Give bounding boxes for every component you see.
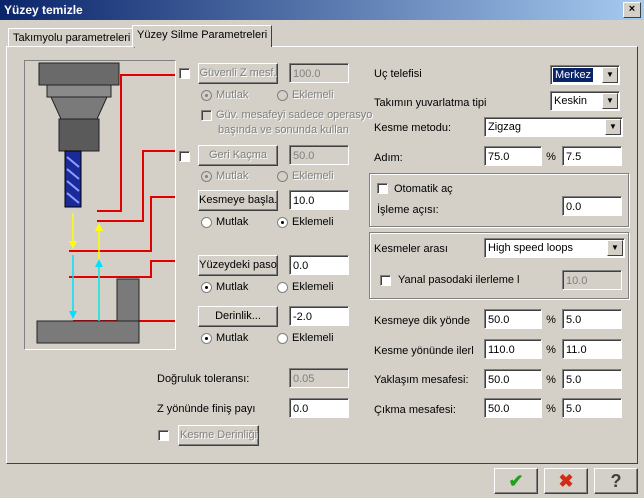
kesmeye-mutlak-radio[interactable] bbox=[201, 217, 212, 228]
z-finis-input[interactable]: 0.0 bbox=[289, 398, 349, 418]
yuzey-eklemeli-label: Eklemeli bbox=[292, 281, 334, 293]
kesmeye-eklemeli-label: Eklemeli bbox=[292, 216, 334, 228]
ok-button[interactable]: ✔ bbox=[494, 468, 538, 494]
kesmeler-arasi-select[interactable]: High speed loops ▼ bbox=[484, 238, 625, 258]
yuvarlatma-value: Keskin bbox=[554, 95, 588, 107]
guvenli-eklemeli-label: Eklemeli bbox=[292, 89, 334, 101]
cikma-label: Çıkma mesafesi: bbox=[374, 404, 456, 416]
guvenli-z-button[interactable]: Güvenli Z mesf. bbox=[198, 63, 278, 84]
yaklasim-percent-sign: % bbox=[546, 374, 556, 386]
chevron-down-icon[interactable]: ▼ bbox=[607, 240, 623, 256]
adim-label: Adım: bbox=[374, 152, 403, 164]
help-icon: ? bbox=[610, 471, 622, 491]
yuzey-eklemeli-radio[interactable] bbox=[277, 282, 288, 293]
adim-percent-input[interactable]: 75.0 bbox=[484, 146, 542, 166]
adim-input[interactable]: 7.5 bbox=[562, 146, 622, 166]
uc-telefisi-label: Uç telefisi bbox=[374, 68, 422, 80]
chevron-down-icon[interactable]: ▼ bbox=[602, 67, 618, 83]
dogruluk-input[interactable]: 0.05 bbox=[289, 368, 349, 388]
isleme-acisi-label: İşleme açısı: bbox=[377, 204, 439, 216]
yaklasim-input[interactable]: 5.0 bbox=[562, 369, 622, 389]
geri-eklemeli-radio[interactable] bbox=[277, 171, 288, 182]
kesme-metodu-value: Zigzag bbox=[488, 121, 522, 133]
yanal-checkbox[interactable] bbox=[380, 275, 391, 286]
cikma-percent-sign: % bbox=[546, 403, 556, 415]
window-title: Yüzey temizle bbox=[4, 3, 83, 17]
chevron-down-icon[interactable]: ▼ bbox=[602, 93, 618, 109]
geri-checkbox[interactable] bbox=[179, 151, 190, 162]
cross-icon: ✖ bbox=[558, 471, 574, 491]
guvenli-checkbox[interactable] bbox=[179, 68, 190, 79]
chevron-down-icon[interactable]: ▼ bbox=[605, 119, 621, 135]
yuvarlatma-label: Takımın yuvarlatma tipi bbox=[374, 97, 487, 109]
otomatik-label: Otomatik aç bbox=[394, 183, 453, 195]
uc-telefisi-select[interactable]: Merkez ▼ bbox=[550, 65, 620, 85]
kesmeye-eklemeli-radio[interactable] bbox=[277, 217, 288, 228]
kesmeye-basla-button[interactable]: Kesmeye başla. bbox=[198, 190, 278, 211]
yuzey-mutlak-radio[interactable] bbox=[201, 282, 212, 293]
tab-takimyolu[interactable]: Takımyolu parametreleri bbox=[8, 28, 136, 48]
ilerleme-input[interactable]: 11.0 bbox=[562, 339, 622, 359]
kesmeye-basla-input[interactable]: 10.0 bbox=[289, 190, 349, 210]
geri-mutlak-label: Mutlak bbox=[216, 170, 249, 182]
tab-yuzey-silme-label: Yüzey Silme Parametreleri bbox=[137, 29, 268, 41]
ilerleme-label: Kesme yönünde ilerl bbox=[374, 345, 474, 357]
guvenli-mutlak-label: Mutlak bbox=[216, 89, 249, 101]
guvenli-eklemeli-radio[interactable] bbox=[277, 90, 288, 101]
yaklasim-label: Yaklaşım mesafesi: bbox=[374, 374, 469, 386]
otomatik-checkbox[interactable] bbox=[377, 183, 388, 194]
yuzeydeki-paso-input[interactable]: 0.0 bbox=[289, 255, 349, 275]
check-icon: ✔ bbox=[508, 471, 524, 491]
kesmeler-arasi-value: High speed loops bbox=[488, 242, 574, 254]
yuzeydeki-paso-button[interactable]: Yüzeydeki paso bbox=[198, 255, 278, 276]
kesmeye-mutlak-label: Mutlak bbox=[216, 216, 249, 228]
kesme-derinligi-checkbox[interactable] bbox=[158, 430, 169, 441]
cikma-input[interactable]: 5.0 bbox=[562, 398, 622, 418]
dik-yonde-input[interactable]: 5.0 bbox=[562, 309, 622, 329]
geri-eklemeli-label: Eklemeli bbox=[292, 170, 334, 182]
derinlik-mutlak-radio[interactable] bbox=[201, 333, 212, 344]
kesme-metodu-label: Kesme metodu: bbox=[374, 122, 452, 134]
kesme-derinligi-button[interactable]: Kesme Derinliği bbox=[178, 425, 259, 446]
guvenli-z-input[interactable]: 100.0 bbox=[289, 63, 349, 83]
dik-yonde-percent-input[interactable]: 50.0 bbox=[484, 309, 542, 329]
derinlik-mutlak-label: Mutlak bbox=[216, 332, 249, 344]
guvenli-mutlak-radio[interactable] bbox=[201, 90, 212, 101]
uc-telefisi-value: Merkez bbox=[553, 68, 594, 82]
dik-yonde-label: Kesmeye dik yönde bbox=[374, 315, 470, 327]
help-button[interactable]: ? bbox=[594, 468, 638, 494]
dogruluk-label: Doğruluk toleransı: bbox=[157, 373, 250, 385]
derinlik-input[interactable]: -2.0 bbox=[289, 306, 349, 326]
tool-diagram bbox=[24, 60, 176, 350]
tab-takimyolu-label: Takımyolu parametreleri bbox=[13, 32, 131, 44]
yuzey-mutlak-label: Mutlak bbox=[216, 281, 249, 293]
ilerleme-percent-sign: % bbox=[546, 344, 556, 356]
tab-yuzey-silme[interactable]: Yüzey Silme Parametreleri bbox=[132, 25, 273, 47]
z-finis-label: Z yönünde finiş payı bbox=[157, 403, 256, 415]
isleme-acisi-input[interactable]: 0.0 bbox=[562, 196, 622, 216]
cancel-button[interactable]: ✖ bbox=[544, 468, 588, 494]
derinlik-eklemeli-radio[interactable] bbox=[277, 333, 288, 344]
kesme-metodu-select[interactable]: Zigzag ▼ bbox=[484, 117, 623, 137]
yuvarlatma-select[interactable]: Keskin ▼ bbox=[550, 91, 620, 111]
adim-percent-sign: % bbox=[546, 151, 556, 163]
ilerleme-percent-input[interactable]: 110.0 bbox=[484, 339, 542, 359]
geri-mutlak-radio[interactable] bbox=[201, 171, 212, 182]
yanal-input[interactable]: 10.0 bbox=[562, 270, 622, 290]
derinlik-eklemeli-label: Eklemeli bbox=[292, 332, 334, 344]
yaklasim-percent-input[interactable]: 50.0 bbox=[484, 369, 542, 389]
title-bar: Yüzey temizle × bbox=[0, 0, 644, 20]
dik-yonde-percent-sign: % bbox=[546, 314, 556, 326]
guvenli-note-line1: Güv. mesafeyi sadece operasyo bbox=[216, 109, 373, 121]
geri-kacma-input[interactable]: 50.0 bbox=[289, 145, 349, 165]
cikma-percent-input[interactable]: 50.0 bbox=[484, 398, 542, 418]
geri-kacma-button[interactable]: Geri Kaçma bbox=[198, 145, 278, 166]
derinlik-button[interactable]: Derinlik... bbox=[198, 306, 278, 327]
close-button[interactable]: × bbox=[623, 2, 641, 18]
yanal-label: Yanal pasodaki ilerleme l bbox=[398, 274, 520, 286]
guvenli-only-checkbox[interactable] bbox=[201, 110, 212, 121]
tool-diagram-graphic bbox=[36, 62, 175, 344]
kesmeler-arasi-label: Kesmeler arası bbox=[374, 243, 448, 255]
guvenli-note-line2: başında ve sonunda kullan bbox=[218, 124, 349, 136]
